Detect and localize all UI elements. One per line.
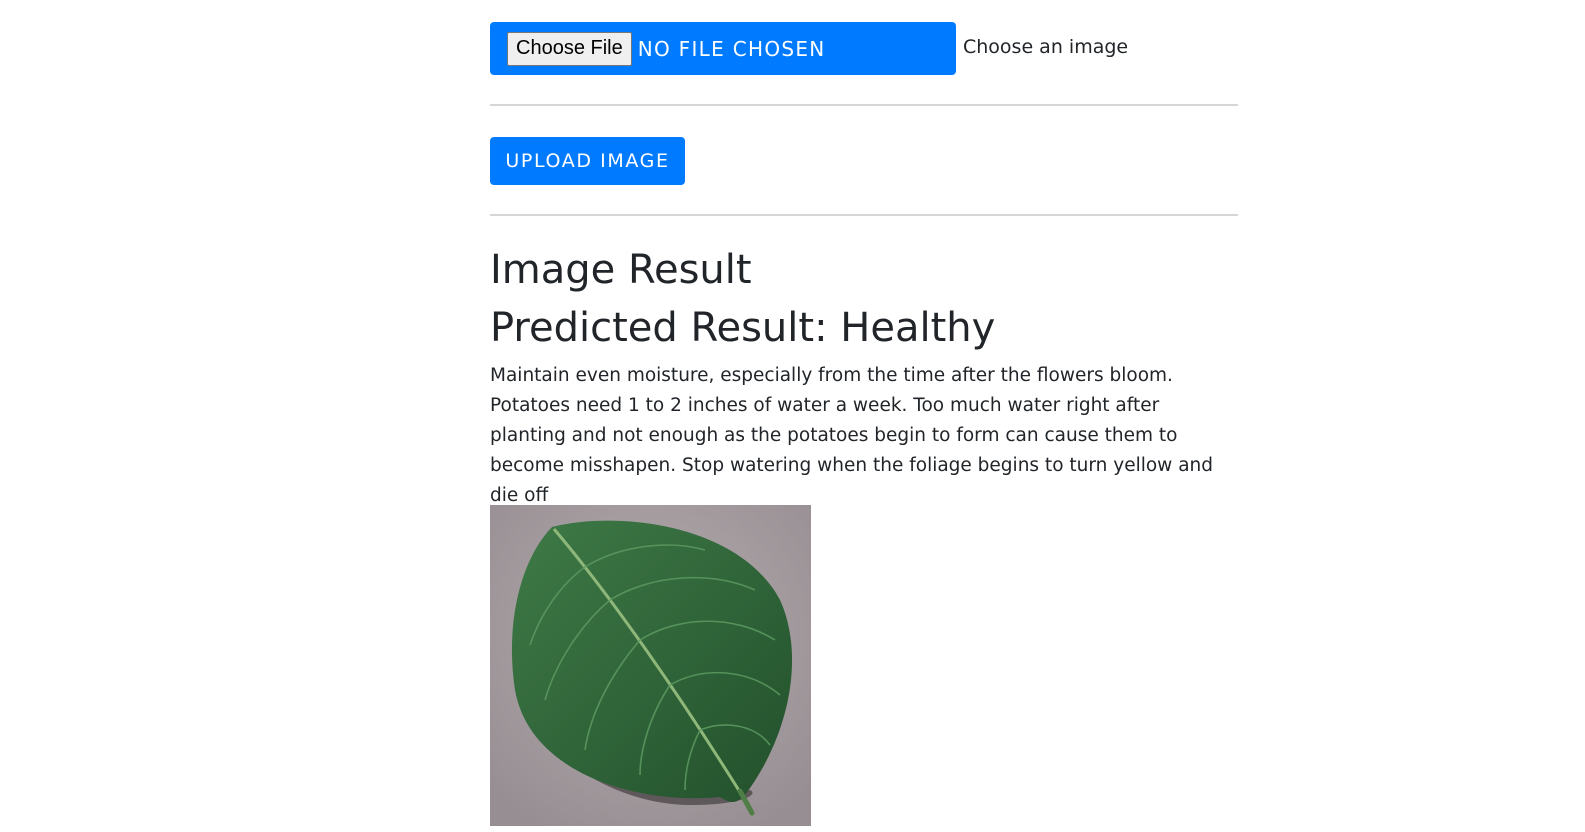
potato-leaf-icon — [490, 505, 811, 826]
choose-file-button[interactable]: Choose File — [507, 31, 632, 66]
care-advice-text: Maintain even moisture, especially from … — [490, 365, 1213, 506]
uploaded-leaf-image — [490, 505, 811, 826]
divider-bottom — [490, 214, 1238, 216]
predicted-result: Predicted Result: Healthy — [490, 305, 996, 351]
file-input-row: Choose File NO FILE CHOSEN Choose an ima… — [490, 22, 1128, 75]
file-status-text: NO FILE CHOSEN — [637, 36, 826, 61]
divider-top — [490, 104, 1238, 106]
upload-image-button[interactable]: UPLOAD IMAGE — [490, 137, 685, 185]
file-input[interactable]: Choose File NO FILE CHOSEN — [490, 22, 956, 75]
result-heading: Image Result — [490, 247, 752, 293]
file-input-label: Choose an image — [963, 35, 1129, 58]
